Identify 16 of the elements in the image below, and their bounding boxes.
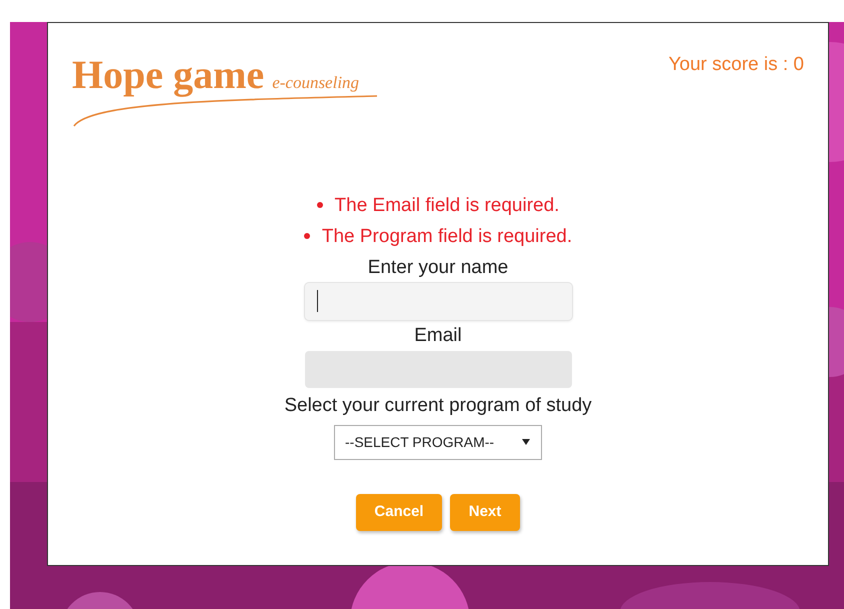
program-dropdown[interactable]: --SELECT PROGRAM--: [334, 424, 542, 460]
error-message: The Program field is required.: [322, 224, 572, 248]
bullet-icon: [304, 233, 310, 239]
logo-subtitle: e-counseling: [272, 72, 360, 94]
logo-title: Hope game: [72, 55, 264, 95]
field-label: Select your current program of study: [284, 394, 592, 418]
error-message: The Email field is required.: [334, 194, 560, 218]
score-text: Your score is : 0: [668, 53, 804, 77]
field-label: Enter your name: [368, 256, 508, 280]
bullet-icon: [316, 202, 323, 208]
cancel-button[interactable]: Cancel: [356, 494, 442, 530]
field-label: Email: [414, 324, 462, 348]
input-field[interactable]: [304, 350, 572, 388]
next-button[interactable]: Next: [450, 494, 520, 530]
input-field[interactable]: [304, 282, 572, 320]
caret-icon: [521, 438, 531, 446]
